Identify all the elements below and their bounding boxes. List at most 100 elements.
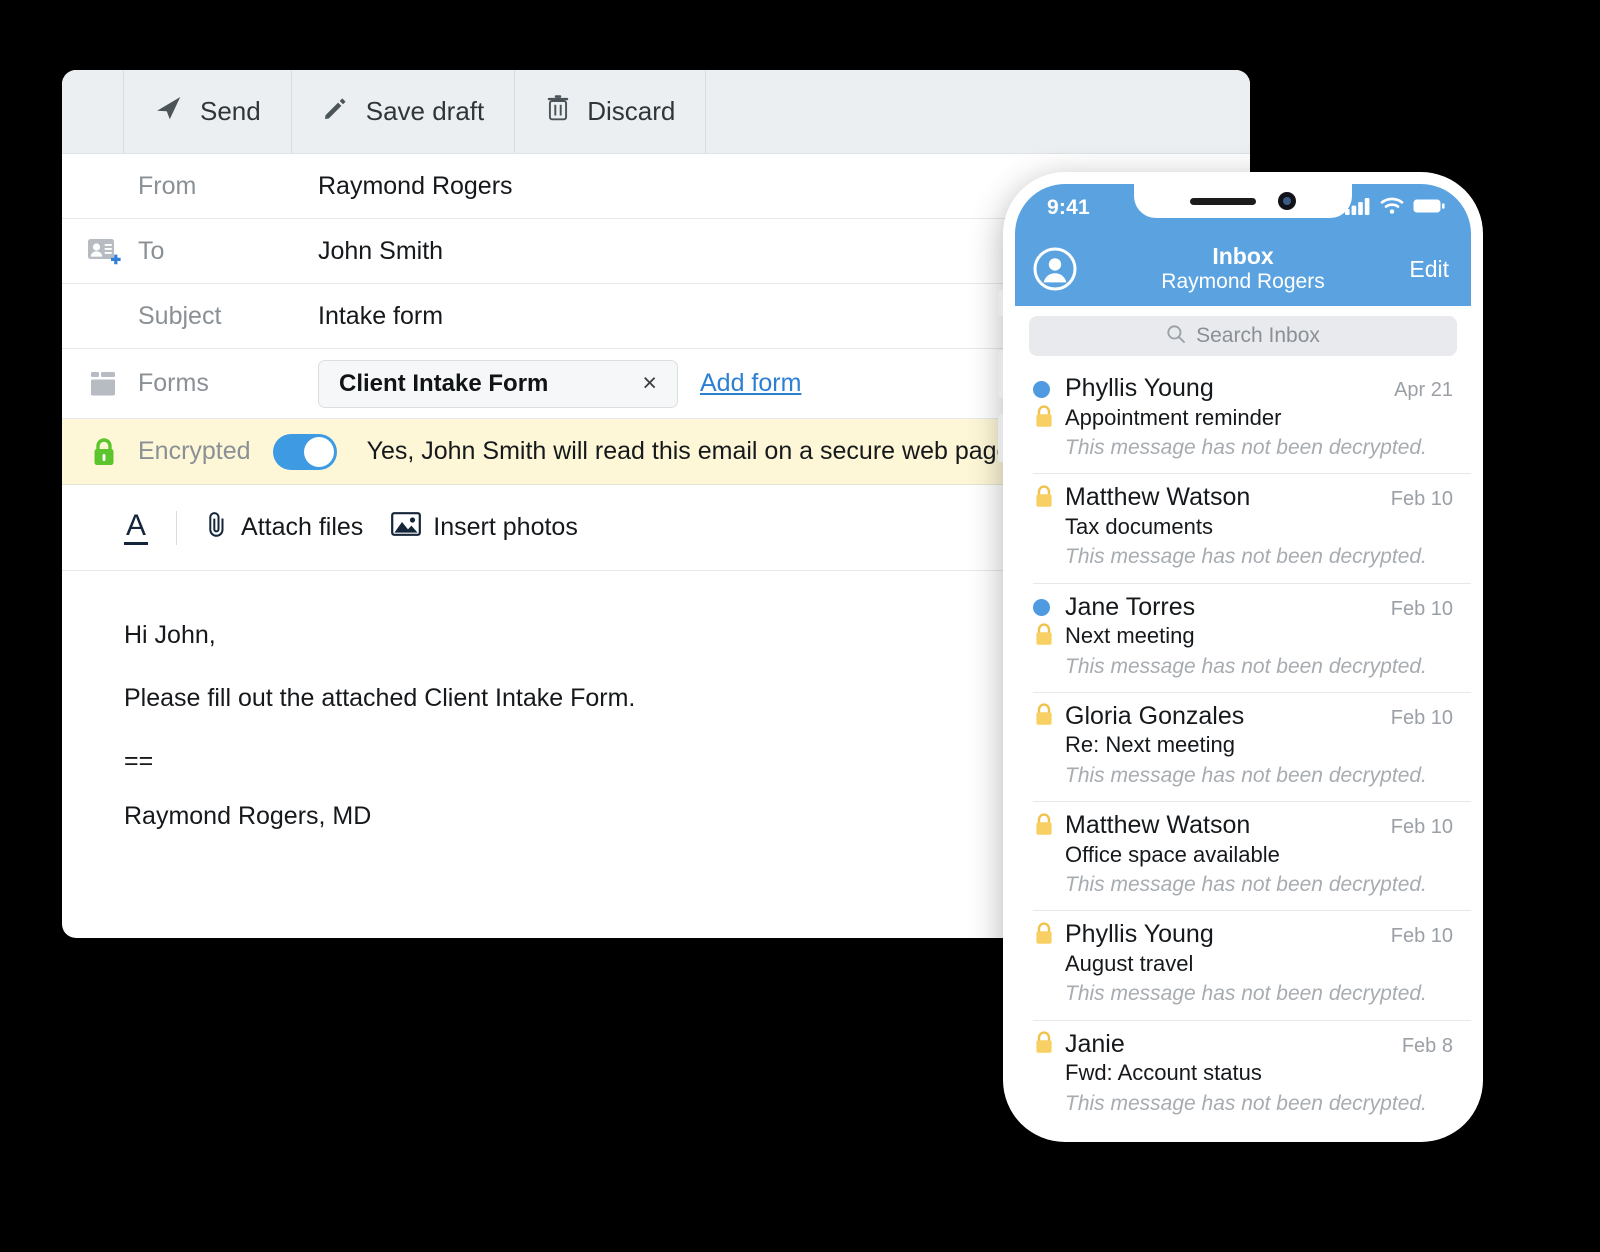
inbox-message-row[interactable]: Phyllis Young Feb 10 August travel This mes… — [1015, 910, 1471, 1019]
message-date: Feb 8 — [1401, 1034, 1453, 1057]
discard-label: Discard — [587, 96, 676, 126]
pencil-icon — [322, 94, 350, 129]
screenshot-stage: Send Save draft Discard From Raymond Rog… — [0, 0, 1600, 1252]
message-content: Jane Torres Feb 10 Next meeting This messag… — [1065, 593, 1453, 680]
phone-nav-content: Inbox Raymond Rogers Edit — [1015, 232, 1471, 306]
status-indicators — [1345, 197, 1445, 220]
status-time: 9:41 — [1047, 196, 1090, 219]
insert-photos-label: Insert photos — [433, 513, 578, 541]
insert-photos-button[interactable]: Insert photos — [391, 511, 578, 544]
message-subject: Appointment reminder — [1065, 404, 1282, 430]
compose-toolbar: Send Save draft Discard — [62, 70, 1250, 154]
message-gutter — [1033, 702, 1065, 760]
inbox-message-list: Phyllis Young Apr 21 Appointment reminder T… — [1015, 364, 1471, 1130]
message-subject: August travel — [1065, 950, 1194, 976]
account-avatar-icon[interactable] — [1033, 247, 1077, 291]
message-date: Apr 21 — [1394, 379, 1453, 401]
message-subject: Tax documents — [1065, 513, 1213, 539]
message-content: Phyllis Young Apr 21 Appointment reminder T… — [1065, 374, 1453, 461]
message-subject: Office space available — [1065, 841, 1280, 867]
discard-button[interactable]: Discard — [515, 70, 707, 153]
subject-label: Subject — [138, 301, 222, 330]
save-draft-button[interactable]: Save draft — [292, 70, 516, 153]
message-date: Feb 10 — [1390, 597, 1453, 620]
message-sender: Phyllis Young — [1065, 920, 1214, 949]
phone-nav-subtitle: Raymond Rogers — [1161, 269, 1325, 293]
message-gutter — [1033, 593, 1065, 651]
inbox-message-row[interactable]: Gloria Gonzales Feb 10 Re: Next meeting Thi… — [1015, 691, 1471, 801]
from-label: From — [138, 171, 197, 200]
encrypted-lock-icon — [1033, 920, 1055, 951]
phone-volume-up-button[interactable] — [998, 350, 1003, 398]
message-content: Matthew Watson Feb 10 Office space availab… — [1065, 811, 1453, 898]
message-sender: Phyllis Young — [1065, 374, 1214, 402]
from-value[interactable]: Raymond Rogers — [318, 172, 513, 201]
phone-volume-down-button[interactable] — [998, 414, 1003, 462]
message-preview: This message has not been decrypted. — [1065, 545, 1427, 569]
message-preview: This message has not been decrypted. — [1065, 654, 1427, 678]
phone-notch — [1134, 184, 1352, 218]
phone-silent-switch[interactable] — [998, 290, 1003, 316]
to-value[interactable]: John Smith — [318, 237, 443, 266]
search-bar-wrapper: Search Inbox — [1015, 306, 1471, 364]
unread-dot — [1033, 599, 1050, 617]
text-format-icon[interactable]: A — [124, 510, 149, 545]
form-chip-name: Client Intake Form — [339, 369, 549, 397]
send-label: Send — [200, 96, 261, 126]
form-chip[interactable]: Client Intake Form × — [318, 359, 678, 408]
trash-icon — [545, 94, 571, 129]
add-form-link[interactable]: Add form — [700, 369, 801, 398]
phone-screen: 9:41 Inbox Raymond Rogers Edit Search In… — [1015, 184, 1471, 1130]
message-sender: Matthew Watson — [1065, 811, 1251, 840]
message-content: Matthew Watson Feb 10 Tax documents This me… — [1065, 483, 1453, 570]
phone-mockup: 9:41 Inbox Raymond Rogers Edit Search In… — [998, 172, 1483, 1142]
message-content: Janie Feb 8 Fwd: Account status This messag… — [1065, 1030, 1453, 1117]
format-divider — [176, 510, 178, 545]
message-content: Phyllis Young Feb 10 August travel This mes… — [1065, 920, 1453, 1007]
toggle-knob — [303, 436, 334, 467]
encrypted-toggle[interactable] — [272, 433, 337, 470]
battery-icon — [1413, 198, 1445, 219]
message-content: Gloria Gonzales Feb 10 Re: Next meeting Thi… — [1065, 702, 1453, 789]
front-camera-icon — [1278, 192, 1296, 210]
inbox-message-row[interactable]: Matthew Watson Feb 10 Tax documents This me… — [1015, 473, 1471, 582]
encrypted-lock-icon — [1033, 811, 1055, 842]
message-sender: Gloria Gonzales — [1065, 701, 1245, 730]
message-subject: Next meeting — [1065, 623, 1195, 649]
attach-files-button[interactable]: Attach files — [205, 509, 363, 546]
search-input[interactable]: Search Inbox — [1029, 316, 1457, 356]
lock-closed-icon — [76, 436, 132, 468]
inbox-message-row[interactable]: Janie Feb 8 Fwd: Account status This messag… — [1015, 1019, 1471, 1129]
message-sender: Matthew Watson — [1065, 483, 1251, 512]
unread-indicator — [1033, 599, 1050, 617]
send-icon — [154, 93, 184, 130]
search-placeholder: Search Inbox — [1196, 324, 1320, 347]
encrypted-label: Encrypted — [138, 437, 251, 465]
encrypted-lock-icon — [1033, 1029, 1055, 1060]
form-chip-remove-icon[interactable]: × — [642, 371, 657, 396]
message-preview: This message has not been decrypted. — [1065, 763, 1427, 787]
encrypted-lock-icon — [1033, 701, 1055, 732]
encrypted-lock-icon — [1033, 621, 1055, 652]
subject-value[interactable]: Intake form — [318, 302, 443, 331]
message-gutter — [1033, 920, 1065, 978]
message-sender: Janie — [1065, 1029, 1125, 1058]
form-card-icon — [76, 370, 132, 398]
message-sender: Jane Torres — [1065, 592, 1196, 621]
inbox-message-row[interactable]: Phyllis Young Apr 21 Appointment reminder T… — [1015, 364, 1471, 473]
message-date: Feb 10 — [1390, 925, 1453, 948]
inbox-message-row[interactable]: Matthew Watson Feb 10 Office space availab… — [1015, 801, 1471, 910]
message-date: Feb 10 — [1390, 706, 1453, 729]
add-contact-icon[interactable] — [76, 236, 132, 266]
unread-indicator — [1033, 380, 1050, 398]
wifi-icon — [1380, 197, 1404, 220]
forms-label: Forms — [138, 369, 209, 397]
forms-value-group: Client Intake Form × Add form — [318, 359, 801, 408]
encrypted-message: Yes, John Smith will read this email on … — [366, 437, 1018, 465]
edit-button[interactable]: Edit — [1409, 256, 1449, 283]
message-date: Feb 10 — [1390, 488, 1453, 511]
inbox-message-row[interactable]: Jane Torres Feb 10 Next meeting This messag… — [1015, 582, 1471, 692]
message-date: Feb 10 — [1390, 816, 1453, 839]
send-button[interactable]: Send — [124, 70, 292, 153]
